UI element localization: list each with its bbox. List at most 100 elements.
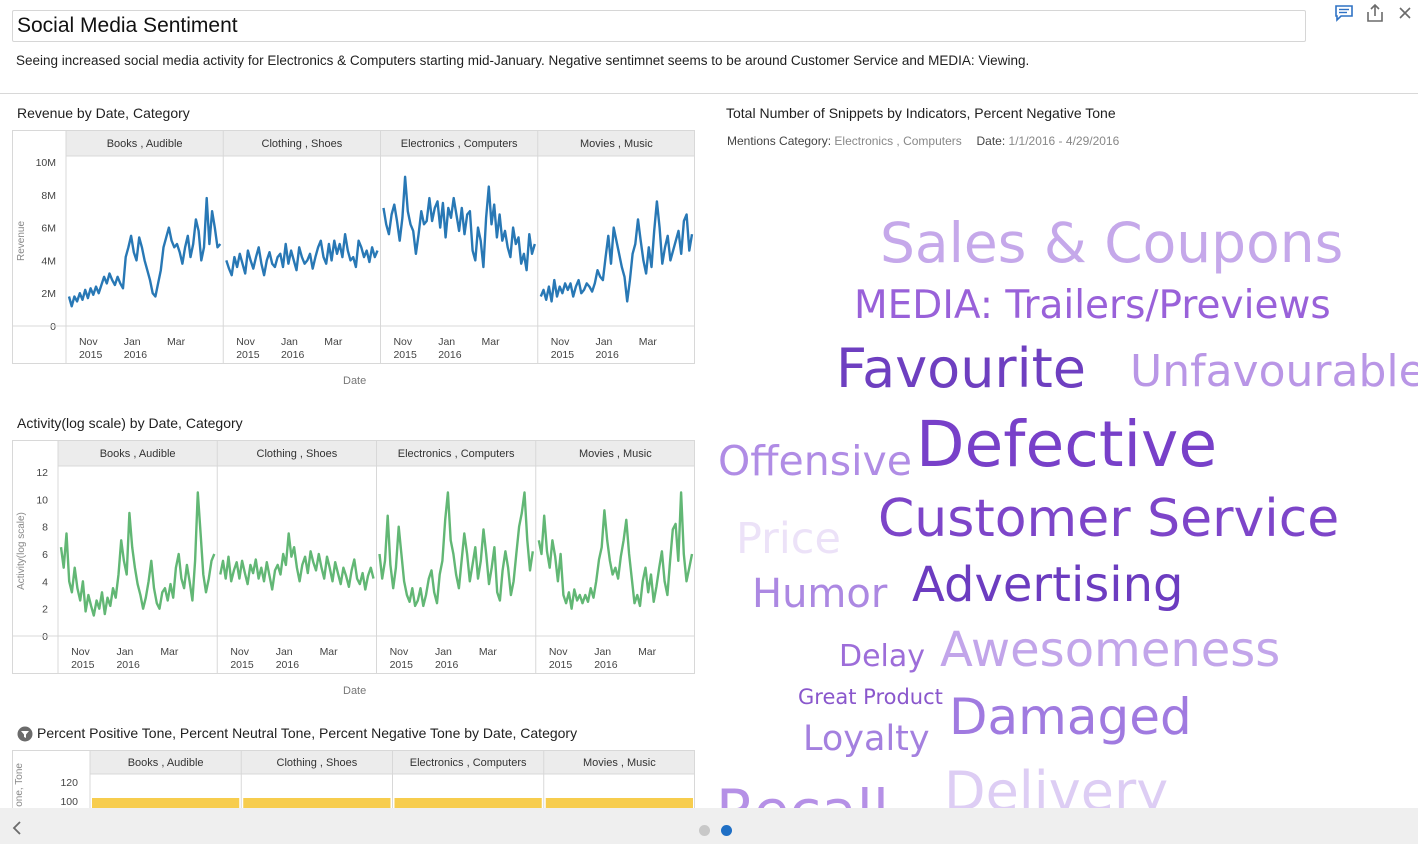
x-tick-label: Jan: [116, 646, 133, 658]
x-tick-label: 2016: [438, 349, 462, 361]
x-tick-label: 2015: [79, 349, 103, 361]
panel-header-label: Books , Audible: [128, 757, 204, 769]
x-tick-label: Nov: [79, 336, 98, 348]
y-tick-label: 4M: [41, 255, 56, 267]
x-tick-label: Jan: [276, 646, 293, 658]
x-tick-label: Mar: [160, 646, 179, 658]
x-tick-label: Jan: [124, 336, 141, 348]
tone-bar: [545, 798, 693, 808]
activity-chart[interactable]: Activity(log scale) 0 2 4 6 8 10 12 Books , Audi…: [12, 440, 695, 674]
activity-x-axis-title: Date: [343, 685, 367, 697]
x-tick-label: 2015: [551, 349, 575, 361]
x-tick-label: 2015: [549, 659, 573, 671]
panel-header-label: Electronics , Computers: [401, 138, 518, 150]
page-title-box[interactable]: Social Media Sentiment: [12, 10, 1306, 42]
filter-date-value[interactable]: 1/1/2016 - 4/29/2016: [1009, 134, 1120, 148]
filter-date-label: Date:: [976, 134, 1006, 148]
word-price[interactable]: Price: [736, 518, 841, 561]
word-customer-service[interactable]: Customer Service: [878, 493, 1339, 545]
x-tick-label: 2016: [116, 659, 140, 671]
word-offensive[interactable]: Offensive: [718, 441, 912, 482]
page-title: Social Media Sentiment: [17, 14, 238, 37]
panel-header-label: Electronics , Computers: [398, 448, 515, 460]
y-tick-label: 8M: [41, 190, 56, 202]
word-loyalty[interactable]: Loyalty: [803, 722, 930, 757]
word-sales-coupons[interactable]: Sales & Coupons: [880, 216, 1343, 271]
word-delivery[interactable]: Delivery: [944, 765, 1168, 809]
y-tick-label: 0: [42, 631, 48, 643]
word-defective[interactable]: Defective: [916, 413, 1217, 476]
word-favourite[interactable]: Favourite: [836, 342, 1086, 396]
y-axis-title: Revenue: [16, 221, 27, 261]
x-tick-label: 2015: [236, 349, 260, 361]
back-chevron-icon[interactable]: [10, 820, 24, 836]
x-tick-label: Nov: [393, 336, 412, 348]
header-divider: [0, 93, 1418, 94]
chart-frame: [12, 130, 695, 364]
word-humor[interactable]: Humor: [752, 574, 887, 614]
y-axis-title: Activity(log scale): [16, 512, 27, 590]
close-icon[interactable]: [1395, 3, 1415, 23]
word-media-trailers[interactable]: MEDIA: Trailers/Previews: [854, 286, 1331, 325]
page-dot-1[interactable]: [699, 825, 710, 836]
revenue-chart-title: Revenue by Date, Category: [17, 105, 190, 121]
x-tick-label: 2016: [435, 659, 459, 671]
y-tick-label: 6: [42, 549, 48, 561]
revenue-chart[interactable]: Revenue02M4M6M8M10MBooks , AudibleNov201…: [12, 130, 695, 364]
x-tick-label: Mar: [639, 336, 658, 348]
filter-mentions-label: Mentions Category:: [727, 134, 832, 148]
x-tick-label: Mar: [320, 646, 339, 658]
panel-header-label: Movies , Music: [579, 448, 652, 460]
x-tick-label: 2015: [71, 659, 95, 671]
word-damaged[interactable]: Damaged: [949, 692, 1192, 742]
x-tick-label: Mar: [479, 646, 498, 658]
y-tick-label: 4: [42, 576, 48, 588]
tone-bar: [394, 798, 542, 808]
panel-header-label: Movies , Music: [580, 138, 653, 150]
panel-header-label: Books , Audible: [100, 448, 176, 460]
x-tick-label: 2015: [230, 659, 254, 671]
word-advertising[interactable]: Advertising: [912, 561, 1184, 609]
wordcloud-title: Total Number of Snippets by Indicators, …: [726, 105, 1116, 121]
comment-icon[interactable]: [1334, 3, 1354, 23]
x-tick-label: Jan: [594, 646, 611, 658]
word-recall[interactable]: Recall: [716, 782, 889, 808]
y-tick-label: 10: [36, 494, 48, 506]
x-tick-label: Mar: [638, 646, 657, 658]
share-icon[interactable]: [1365, 3, 1385, 23]
panel-header-label: Electronics , Computers: [410, 757, 527, 769]
x-tick-label: 2015: [393, 349, 417, 361]
page-dot-2[interactable]: [721, 825, 732, 836]
wordcloud: Sales & Coupons MEDIA: Trailers/Previews…: [708, 160, 1418, 809]
y-tick-label: 120: [60, 777, 78, 789]
wordcloud-filters: Mentions Category: Electronics , Compute…: [727, 134, 1119, 148]
y-tick-label: 10M: [36, 157, 56, 169]
x-tick-label: Nov: [236, 336, 255, 348]
x-tick-label: Nov: [390, 646, 409, 658]
x-tick-label: Mar: [324, 336, 343, 348]
x-tick-label: Nov: [71, 646, 90, 658]
panel-header-label: Clothing , Shoes: [262, 138, 343, 150]
filter-icon[interactable]: [17, 726, 33, 742]
y-tick-label: 2M: [41, 288, 56, 300]
y-tick-label: 2: [42, 604, 48, 616]
x-tick-label: Jan: [435, 646, 452, 658]
word-unfavourable[interactable]: Unfavourable: [1130, 350, 1418, 394]
x-tick-label: Nov: [230, 646, 249, 658]
y-tick-label: 0: [50, 321, 56, 333]
word-awesomeness[interactable]: Awesomeness: [940, 626, 1280, 674]
tone-bar: [243, 798, 391, 808]
filter-mentions-value[interactable]: Electronics , Computers: [834, 134, 961, 148]
tone-chart[interactable]: one, one, Tone 120 100 Books , Audible Cloth…: [12, 750, 695, 808]
x-tick-label: Nov: [549, 646, 568, 658]
x-tick-label: 2015: [390, 659, 414, 671]
y-tick-label: 100: [60, 796, 78, 808]
tone-bar: [92, 798, 240, 808]
panel-header-label: Clothing , Shoes: [277, 757, 358, 769]
y-tick-label: 12: [36, 467, 48, 479]
word-delay[interactable]: Delay: [839, 642, 925, 672]
y-axis-title: one, one, Tone: [14, 763, 25, 808]
tone-chart-title: Percent Positive Tone, Percent Neutral T…: [37, 725, 578, 741]
word-great-product[interactable]: Great Product: [798, 687, 943, 708]
x-tick-label: 2016: [595, 349, 619, 361]
